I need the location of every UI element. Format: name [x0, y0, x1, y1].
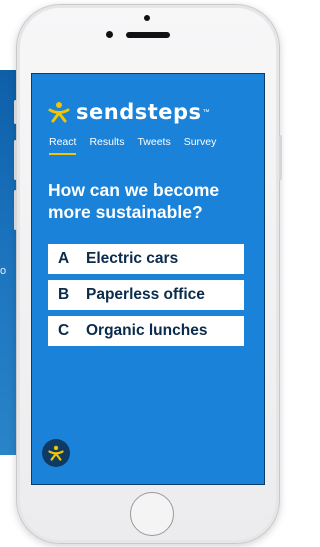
- answer-option-b[interactable]: B Paperless office: [48, 280, 244, 310]
- option-label: Organic lunches: [86, 322, 208, 339]
- proximity-sensor: [144, 15, 150, 21]
- tab-results[interactable]: Results: [89, 136, 124, 155]
- background-text-fragment: o: [0, 265, 7, 277]
- tab-tweets[interactable]: Tweets: [137, 136, 170, 155]
- tab-react[interactable]: React: [49, 136, 77, 155]
- sendsteps-logo-icon: [48, 102, 70, 123]
- option-letter: A: [58, 250, 70, 267]
- option-letter: B: [58, 286, 70, 303]
- option-label: Paperless office: [86, 286, 205, 303]
- option-letter: C: [58, 322, 70, 339]
- tab-survey[interactable]: Survey: [184, 136, 217, 155]
- power-button: [279, 135, 282, 180]
- volume-up-button: [14, 140, 17, 180]
- sendsteps-fab-button[interactable]: [42, 439, 70, 467]
- volume-down-button: [14, 190, 17, 230]
- answer-option-a[interactable]: A Electric cars: [48, 244, 244, 274]
- earpiece-speaker: [126, 32, 170, 38]
- tab-bar: React Results Tweets Survey: [49, 136, 216, 155]
- sendsteps-logo-icon: [48, 445, 64, 461]
- front-camera: [106, 31, 113, 38]
- home-button[interactable]: [130, 492, 174, 536]
- mute-switch: [14, 100, 17, 124]
- answer-options: A Electric cars B Paperless office C Org…: [48, 244, 244, 352]
- question-text: How can we become more sustainable?: [48, 180, 220, 222]
- option-label: Electric cars: [86, 250, 179, 267]
- app-screen: sendsteps ™ React Results Tweets Survey …: [31, 73, 265, 485]
- brand-name: sendsteps: [76, 100, 202, 124]
- answer-option-c[interactable]: C Organic lunches: [48, 316, 244, 346]
- brand-header: sendsteps ™: [48, 100, 210, 124]
- trademark-symbol: ™: [202, 108, 210, 116]
- phone-frame: sendsteps ™ React Results Tweets Survey …: [14, 4, 282, 544]
